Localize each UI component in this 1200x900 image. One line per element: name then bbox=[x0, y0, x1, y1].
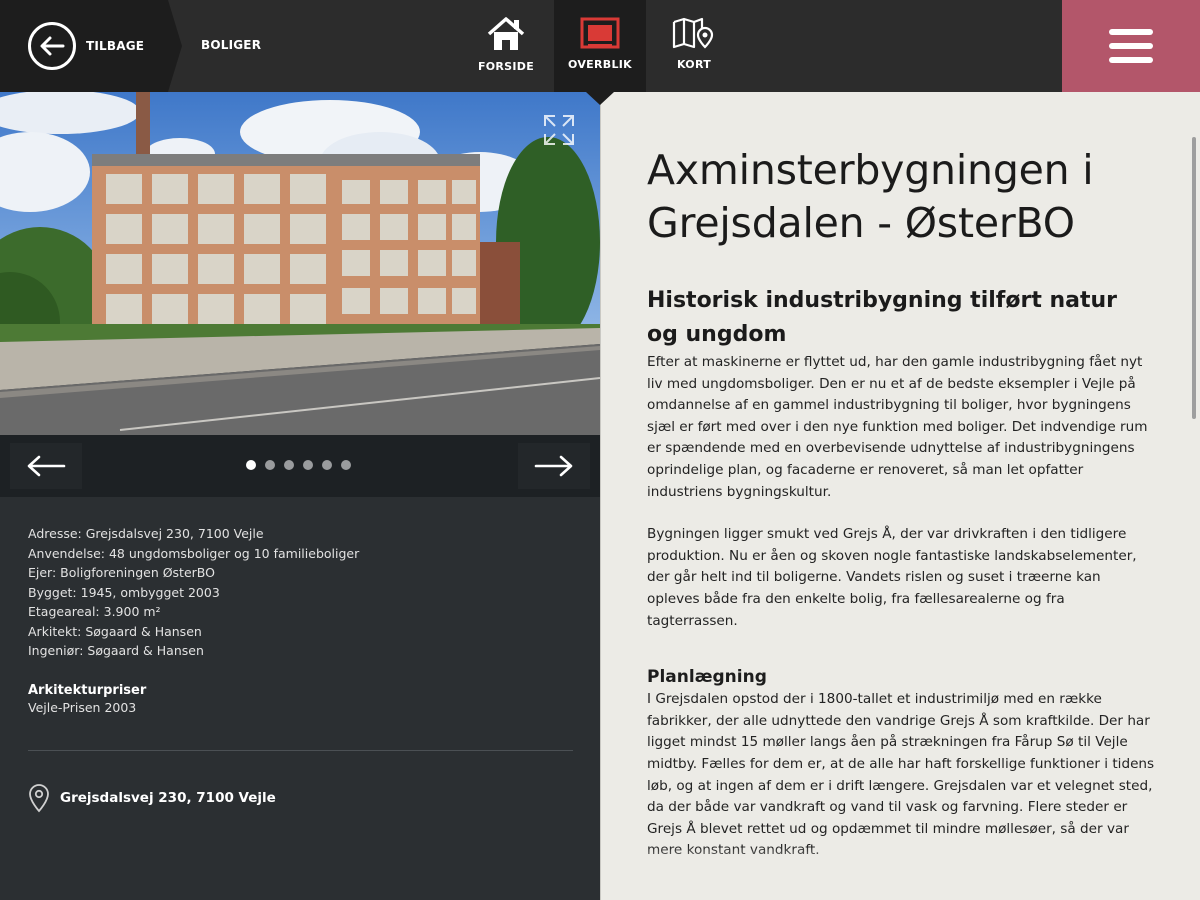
address-link-text: Grejsdalsvej 230, 7100 Vejle bbox=[60, 790, 276, 806]
awards-heading: Arkitekturpriser bbox=[28, 682, 147, 698]
home-icon bbox=[487, 17, 525, 50]
fact-engineer: Ingeniør: Søgaard & Hansen bbox=[28, 643, 204, 658]
fact-address: Adresse: Grejsdalsvej 230, 7100 Vejle bbox=[28, 526, 264, 541]
breadcrumb-chevron bbox=[168, 0, 182, 92]
article-subtitle: Historisk industribygning tilført natur … bbox=[647, 288, 1118, 347]
building-photo[interactable] bbox=[0, 92, 600, 435]
slide-dot[interactable] bbox=[341, 460, 351, 470]
fullscreen-button[interactable] bbox=[541, 112, 577, 148]
active-nav-pointer bbox=[586, 92, 614, 105]
article-panel[interactable]: Axminsterbygningen i Grejsdalen - ØsterB… bbox=[601, 92, 1200, 900]
back-button[interactable]: TILBAGE bbox=[0, 0, 168, 92]
expand-icon bbox=[544, 115, 574, 145]
article-scrollbar[interactable] bbox=[1192, 137, 1196, 419]
previous-photo-button[interactable] bbox=[10, 443, 82, 489]
gallery-controls bbox=[0, 435, 600, 497]
fact-owner: Ejer: Boligforeningen ØsterBO bbox=[28, 565, 215, 580]
overview-icon bbox=[580, 17, 620, 49]
slide-dot[interactable] bbox=[265, 460, 275, 470]
hamburger-icon bbox=[1109, 29, 1153, 63]
fact-floor-area: Etageareal: 3.900 m² bbox=[28, 604, 161, 619]
slide-dot[interactable] bbox=[303, 460, 313, 470]
fact-usage: Anvendelse: 48 ungdomsboliger og 10 fami… bbox=[28, 545, 360, 561]
nav-forside-label: FORSIDE bbox=[477, 60, 535, 73]
awards-value: Vejle-Prisen 2003 bbox=[28, 699, 137, 715]
nav-overblik[interactable]: OVERBLIK bbox=[554, 0, 646, 92]
page-title: Axminsterbygningen i Grejsdalen - ØsterB… bbox=[647, 146, 1094, 247]
article-paragraph: Bygningen ligger smukt ved Grejs Å, der … bbox=[647, 526, 1137, 629]
next-photo-button[interactable] bbox=[518, 443, 590, 489]
nav-overblik-label: OVERBLIK bbox=[568, 58, 632, 71]
fact-architect: Arkitekt: Søgaard & Hansen bbox=[28, 623, 202, 639]
menu-button[interactable] bbox=[1062, 0, 1200, 92]
slide-dot[interactable] bbox=[284, 460, 294, 470]
fact-built: Bygget: 1945, ombygget 2003 bbox=[28, 584, 220, 600]
divider bbox=[28, 750, 573, 751]
arrow-left-icon bbox=[27, 455, 66, 477]
section-paragraph: I Grejsdalen opstod der i 1800-tallet et… bbox=[647, 691, 1155, 858]
facts-panel: Adresse: Grejsdalsvej 230, 7100 Vejle An… bbox=[0, 497, 600, 900]
back-label: TILBAGE bbox=[86, 39, 145, 53]
location-pin-icon bbox=[29, 784, 49, 813]
section-heading: Planlægning bbox=[647, 667, 767, 688]
slide-dot[interactable] bbox=[246, 460, 256, 470]
back-arrow-icon bbox=[28, 22, 76, 70]
article-paragraph: Efter at maskinerne er flyttet ud, har d… bbox=[647, 354, 1148, 500]
article-fade bbox=[601, 846, 1200, 900]
map-icon bbox=[672, 17, 714, 49]
nav-forside[interactable]: FORSIDE bbox=[470, 0, 542, 92]
top-bar: TILBAGE BOLIGER FORSIDE OVERBLIK KORT bbox=[0, 0, 1200, 105]
slide-dot[interactable] bbox=[322, 460, 332, 470]
nav-kort[interactable]: KORT bbox=[656, 0, 732, 92]
slide-dots bbox=[246, 460, 351, 470]
facts-list: Adresse: Grejsdalsvej 230, 7100 Vejle An… bbox=[28, 524, 572, 661]
photo-illustration bbox=[0, 92, 600, 435]
breadcrumb[interactable]: BOLIGER bbox=[201, 38, 261, 52]
arrow-right-icon bbox=[534, 455, 573, 477]
nav-kort-label: KORT bbox=[676, 58, 712, 71]
address-map-link[interactable]: Grejsdalsvej 230, 7100 Vejle bbox=[28, 783, 276, 813]
